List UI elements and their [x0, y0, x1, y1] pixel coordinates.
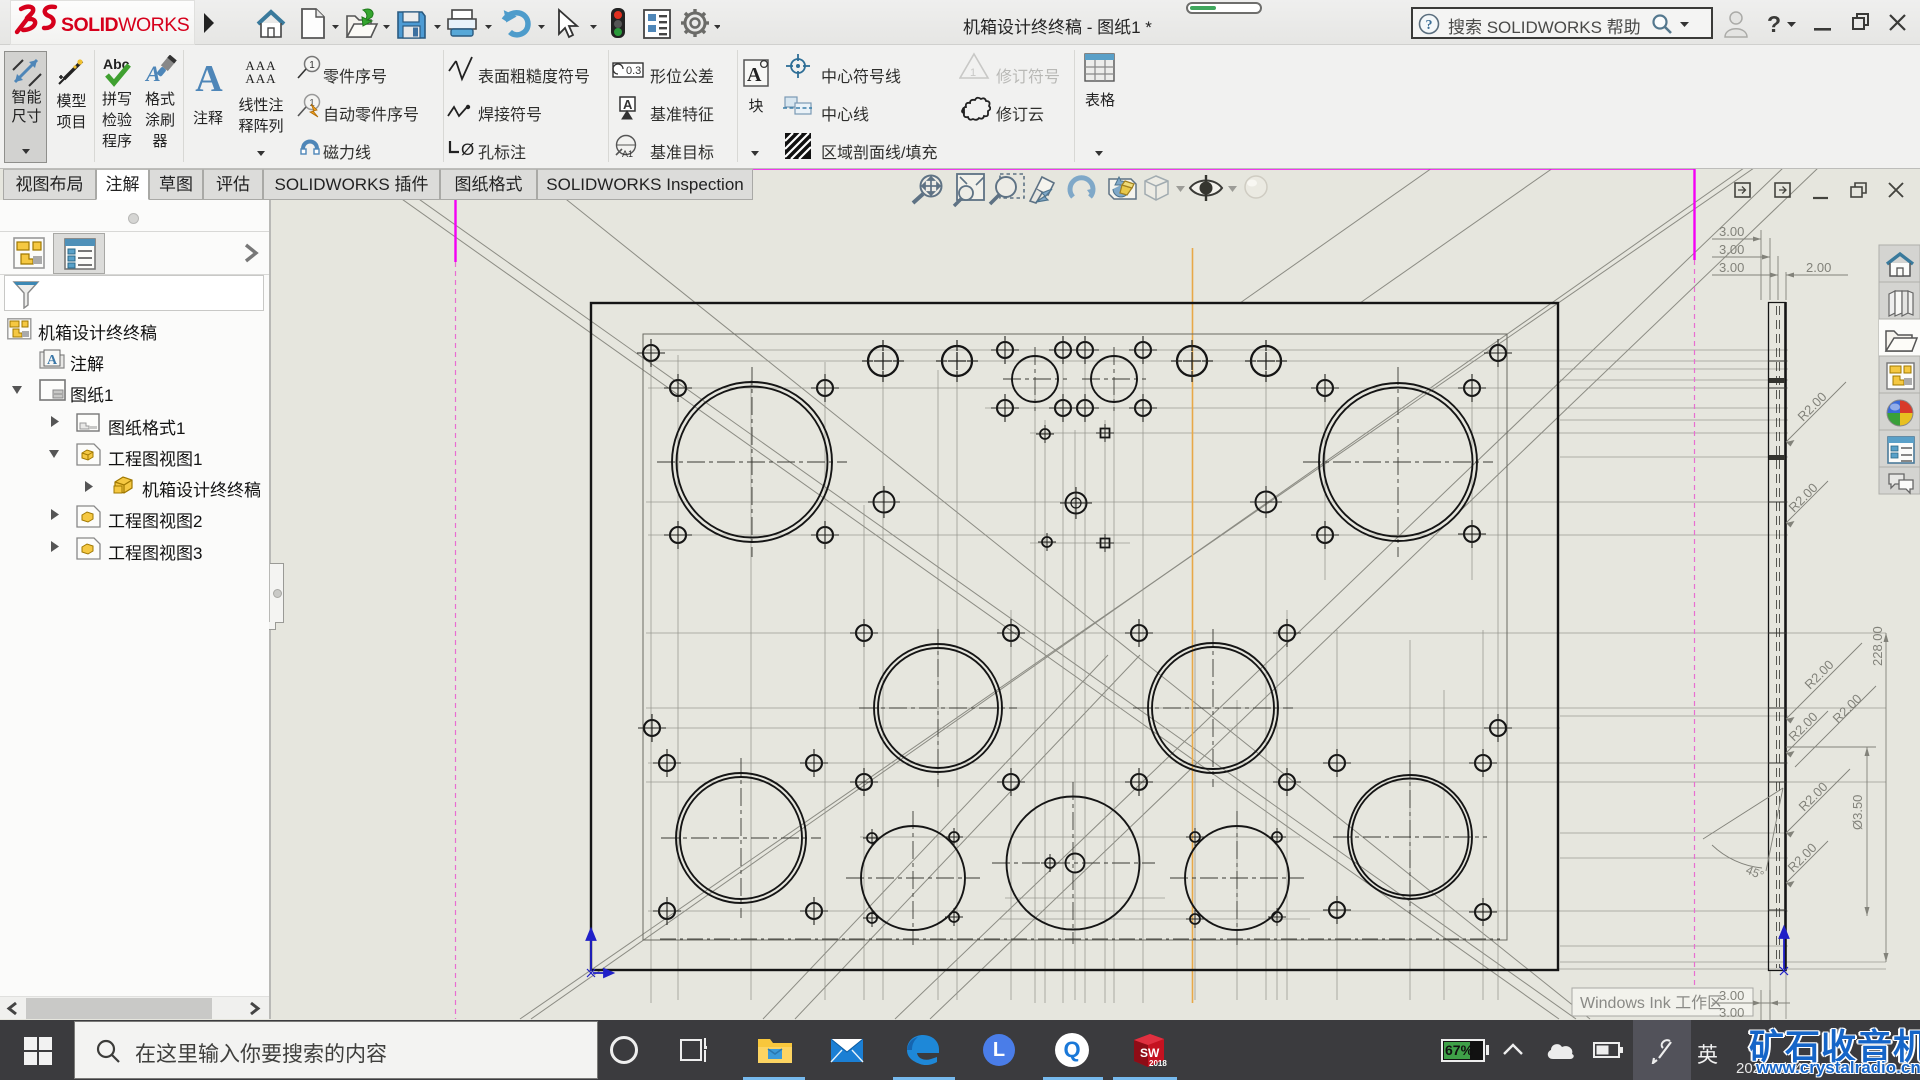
svg-text:3.00: 3.00 [1719, 260, 1744, 275]
svg-text:3.00: 3.00 [1719, 988, 1744, 1003]
svg-text:0.3: 0.3 [626, 65, 641, 77]
svg-text:228.00: 228.00 [1870, 626, 1885, 666]
svg-text:Ø3.50: Ø3.50 [1850, 795, 1865, 830]
svg-text:?: ? [1767, 11, 1781, 37]
svg-text:SW: SW [1140, 1046, 1160, 1060]
svg-text:2018: 2018 [1149, 1059, 1167, 1068]
svg-text:A1: A1 [622, 149, 633, 159]
svg-text:2.00: 2.00 [1806, 260, 1831, 275]
svg-text:3.00: 3.00 [1719, 1005, 1744, 1020]
svg-text:?: ? [1426, 18, 1433, 33]
svg-text:A: A [47, 353, 58, 368]
svg-text:A: A [623, 97, 633, 112]
svg-text:1: 1 [970, 67, 976, 79]
svg-text:1: 1 [309, 60, 315, 71]
svg-text:3.00: 3.00 [1719, 242, 1744, 257]
svg-text:Windows Ink 工作区: Windows Ink 工作区 [1580, 994, 1723, 1012]
svg-text:3.00: 3.00 [1719, 224, 1744, 239]
svg-text:A: A [747, 64, 762, 86]
svg-text:SOLIDWORKS: SOLIDWORKS [61, 14, 190, 36]
svg-text:Ø: Ø [461, 140, 474, 159]
